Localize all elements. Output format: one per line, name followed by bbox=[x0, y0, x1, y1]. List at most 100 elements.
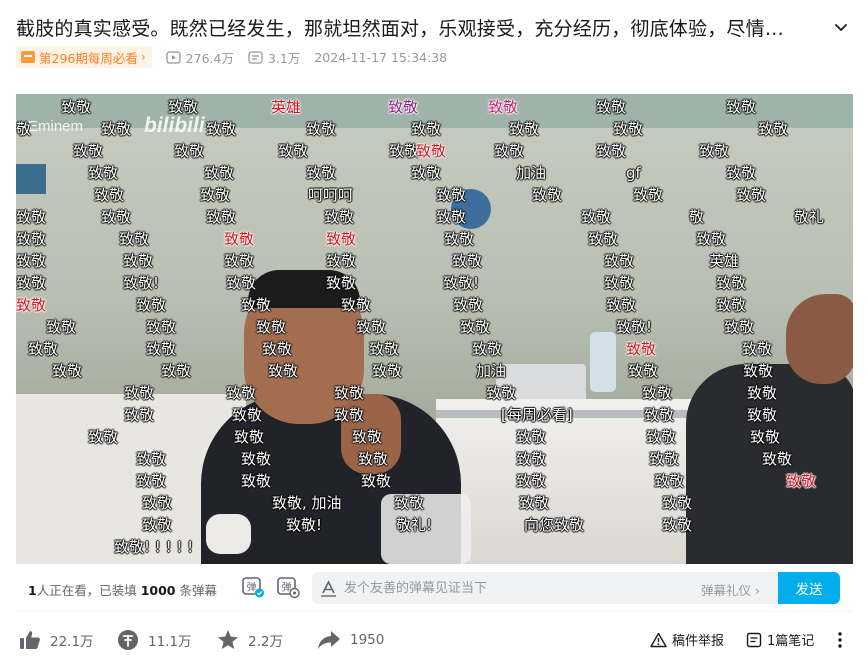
danmaku-item: 致敬 bbox=[204, 164, 235, 182]
danmaku-item: 致敬 bbox=[516, 428, 547, 446]
danmaku-item: 致敬 bbox=[61, 98, 92, 116]
send-button[interactable]: 发送 bbox=[778, 572, 840, 604]
danmaku-item: 致敬 bbox=[200, 186, 231, 204]
danmaku-item: 向您致敬 bbox=[524, 516, 585, 534]
danmaku-item: 呵呵呵 bbox=[308, 186, 354, 204]
danmaku-item: 致敬 bbox=[88, 164, 119, 182]
danmaku-item: 致敬 bbox=[224, 230, 255, 248]
danmaku-item: 致敬 bbox=[174, 142, 205, 160]
danmaku-item: 致敬 bbox=[16, 274, 47, 292]
danmaku-item: 致敬! bbox=[123, 274, 160, 292]
danmaku-item: 致敬 bbox=[588, 230, 619, 248]
danmaku-item: 致敬 bbox=[226, 384, 257, 402]
danmaku-item: 致敬 bbox=[626, 340, 657, 358]
danmaku-item: 致敬 bbox=[101, 208, 132, 226]
viewer-suffix: 条弹幕 bbox=[179, 583, 217, 598]
favorite-button[interactable]: 2.2万 bbox=[216, 628, 283, 652]
danmaku-item: 致敬 bbox=[16, 230, 47, 248]
danmaku-item: 致敬 bbox=[453, 296, 484, 314]
like-button[interactable]: 22.1万 bbox=[18, 628, 94, 652]
danmaku-item: 致敬 bbox=[136, 296, 167, 314]
text-style-icon[interactable] bbox=[320, 580, 337, 597]
danmaku-item: 致敬 bbox=[16, 208, 47, 226]
danmaku-item: 致敬 bbox=[334, 406, 365, 424]
danmaku-item: 致敬 bbox=[747, 384, 778, 402]
danmaku-item: 致敬 bbox=[486, 384, 517, 402]
danmaku-item: 致敬 bbox=[372, 362, 403, 380]
danmaku-item: 致敬 bbox=[168, 98, 199, 116]
danmaku-item: 致敬 bbox=[234, 428, 265, 446]
video-title: 截肢的真实感受。既然已经发生，那就坦然面对，乐观接受，充分经历，彻底体验，尽情… bbox=[16, 17, 785, 40]
viewer-count: 1 bbox=[28, 583, 37, 598]
share-count: 1950 bbox=[350, 632, 385, 648]
danmaku-item: 致敬 bbox=[604, 274, 635, 292]
danmaku-item: 致敬 bbox=[726, 164, 757, 182]
danmaku-item: 致敬 bbox=[411, 120, 442, 138]
danmaku-item: 致敬 bbox=[452, 252, 483, 270]
danmaku-item: 致敬 bbox=[494, 142, 525, 160]
danmaku-item: 致敬 bbox=[146, 340, 177, 358]
danmaku-item: 致敬 bbox=[388, 98, 419, 116]
chevron-down-icon[interactable] bbox=[832, 18, 850, 36]
danmaku-item: 致敬 bbox=[358, 450, 389, 468]
danmaku-item: 加油 bbox=[516, 164, 547, 182]
danmaku-item: 致敬 bbox=[326, 252, 357, 270]
more-options-icon[interactable] bbox=[833, 630, 847, 650]
danmaku-item: 致敬 bbox=[88, 428, 119, 446]
danmaku-item: 致敬 bbox=[649, 450, 680, 468]
danmaku-item: 致敬 bbox=[124, 406, 155, 424]
notes-button[interactable]: 1篇笔记 bbox=[746, 630, 814, 649]
danmaku-item: 致敬 bbox=[256, 318, 287, 336]
danmaku-settings-icon[interactable]: 弹 bbox=[276, 575, 300, 599]
danmaku-item: 致敬 bbox=[716, 296, 747, 314]
report-label: 稿件举报 bbox=[672, 634, 725, 649]
danmaku-count-value: 3.1万 bbox=[267, 50, 301, 66]
author-watermark: Eminem bbox=[28, 118, 84, 135]
svg-text:弹: 弹 bbox=[247, 581, 257, 594]
danmaku-item: 英雄 bbox=[709, 252, 740, 270]
danmaku-item: 敬 bbox=[689, 208, 705, 226]
share-button[interactable]: 1950 bbox=[316, 628, 384, 652]
danmaku-item: 致敬 bbox=[516, 472, 547, 490]
report-button[interactable]: 稿件举报 bbox=[650, 630, 724, 649]
chevron-right-icon: › bbox=[140, 50, 146, 64]
danmaku-item: 致敬 bbox=[488, 98, 519, 116]
view-count: 276.4万 bbox=[166, 48, 234, 67]
danmaku-input-box: 弹幕礼仪 › 发送 bbox=[312, 572, 840, 604]
danmaku-item: 致敬 bbox=[654, 472, 685, 490]
danmaku-item: 致敬 bbox=[662, 516, 693, 534]
weekly-badge[interactable]: 第296期每周必看 › bbox=[16, 46, 152, 68]
danmaku-input[interactable] bbox=[344, 572, 684, 604]
danmaku-item: 致敬 bbox=[369, 340, 400, 358]
danmaku-item: 致敬 bbox=[16, 252, 47, 270]
danmaku-item: 致敬 bbox=[324, 208, 355, 226]
danmaku-item: 致敬 bbox=[613, 120, 644, 138]
danmaku-item: 致敬 bbox=[146, 318, 177, 336]
danmaku-item: 致敬! bbox=[286, 516, 323, 534]
danmaku-toggle-icon[interactable]: 弹 bbox=[241, 575, 265, 599]
danmaku-etiquette-link[interactable]: 弹幕礼仪 › bbox=[701, 580, 760, 599]
publish-time: 2024-11-17 15:34:38 bbox=[314, 49, 448, 65]
warning-icon bbox=[650, 632, 667, 647]
play-count-icon bbox=[166, 50, 181, 64]
note-icon bbox=[746, 632, 762, 647]
danmaku-item: 致敬 bbox=[736, 186, 767, 204]
danmaku-item: 致敬 bbox=[278, 142, 309, 160]
danmaku-item: 致敬 bbox=[596, 142, 627, 160]
danmaku-item: 致敬 bbox=[46, 318, 77, 336]
danmaku-item: 致敬 bbox=[142, 516, 173, 534]
coin-button[interactable]: 11.1万 bbox=[116, 628, 192, 652]
danmaku-item: 致敬 bbox=[786, 472, 817, 490]
danmaku-item: 致敬 bbox=[742, 340, 773, 358]
danmaku-item: 致敬 bbox=[356, 318, 387, 336]
danmaku-item: [每周必看] bbox=[501, 406, 573, 424]
danmaku-item: 致敬 bbox=[716, 274, 747, 292]
danmaku-item: 致敬 bbox=[326, 230, 357, 248]
star-icon bbox=[218, 630, 238, 649]
danmaku-item: 致敬 bbox=[642, 384, 673, 402]
danmaku-item: 致敬 bbox=[232, 406, 263, 424]
danmaku-item: 致敬 bbox=[519, 494, 550, 512]
danmaku-item: 致敬! bbox=[443, 274, 480, 292]
danmaku-item: 致敬 bbox=[226, 274, 257, 292]
video-player[interactable]: Eminem bilibili 致敬 致敬 英雄 致敬 致敬 致敬 致敬敬致敬 致敬 致敬 致敬致… bbox=[16, 94, 853, 564]
